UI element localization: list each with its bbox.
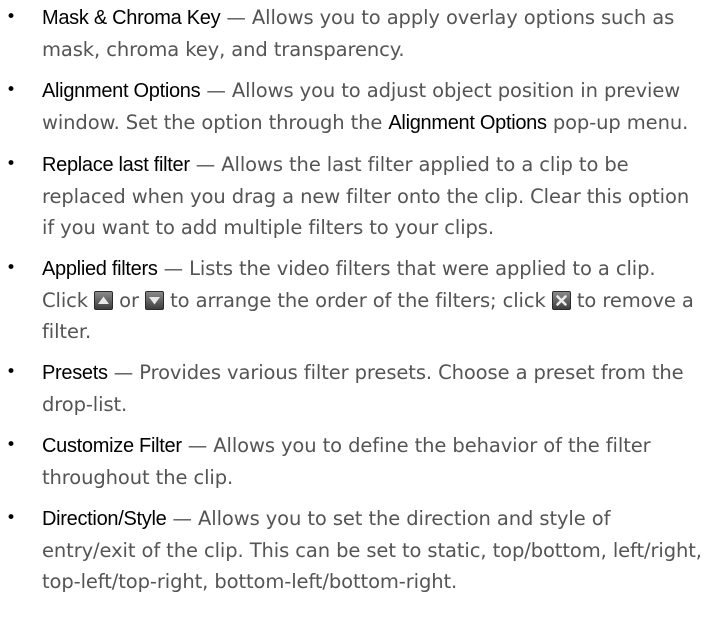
bullet: • [6, 362, 16, 382]
term-customize-filter: Customize Filter [42, 435, 182, 457]
bullet: • [6, 80, 16, 100]
term-applied-filters: Applied filters [42, 258, 158, 280]
description: — Provides various filter presets. Choos… [42, 361, 684, 416]
list-item-direction-style: • Direction/Style — Allows you to set th… [0, 503, 713, 597]
bullet: • [6, 154, 16, 174]
bullet: • [6, 508, 16, 528]
list-item-alignment-options: • Alignment Options — Allows you to adju… [0, 75, 713, 139]
move-up-icon [94, 291, 114, 310]
term-replace-last-filter: Replace last filter [42, 154, 190, 176]
term-mask-chroma-key: Mask & Chroma Key [42, 7, 221, 29]
description-mid: to arrange the order of the filters; cli… [164, 289, 552, 312]
term-direction-style: Direction/Style [42, 508, 167, 530]
bullet-list: • Mask & Chroma Key — Allows you to appl… [0, 2, 713, 597]
list-item-mask-chroma-key: • Mask & Chroma Key — Allows you to appl… [0, 2, 713, 65]
list-item-presets: • Presets — Provides various filter pres… [0, 357, 713, 420]
list-item-applied-filters: • Applied filters — Lists the video filt… [0, 253, 713, 347]
remove-icon [551, 291, 571, 310]
bullet: • [6, 435, 16, 455]
description-or: or [113, 289, 146, 312]
list-item-customize-filter: • Customize Filter — Allows you to defin… [0, 430, 713, 493]
list-item-replace-last-filter: • Replace last filter — Allows the last … [0, 149, 713, 243]
bullet: • [6, 7, 16, 27]
move-down-icon [145, 291, 165, 310]
bullet: • [6, 258, 16, 278]
term-presets: Presets [42, 362, 108, 384]
term-alignment-options: Alignment Options [42, 80, 201, 102]
document-page: • Mask & Chroma Key — Allows you to appl… [0, 0, 713, 623]
description-end: pop-up menu. [546, 111, 689, 134]
term-alignment-options-ref: Alignment Options [388, 112, 547, 134]
